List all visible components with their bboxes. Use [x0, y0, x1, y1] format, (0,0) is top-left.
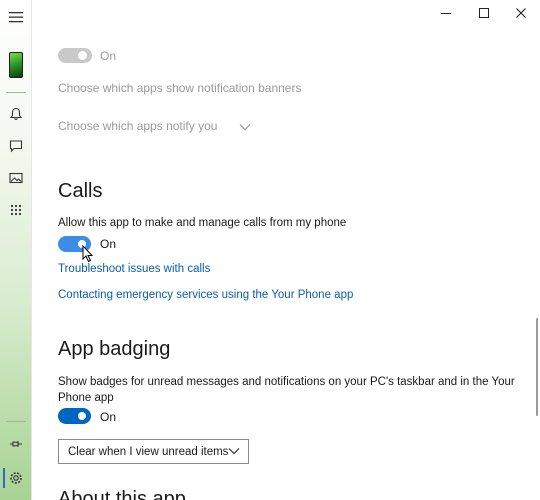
toggle-knob: [78, 412, 86, 420]
app-badging-toggle-label: On: [100, 410, 117, 424]
notifications-nav-button[interactable]: [0, 100, 32, 128]
hamburger-menu-button[interactable]: [0, 3, 32, 31]
choose-notify-apps-dropdown[interactable]: Choose which apps notify you: [58, 119, 251, 133]
hamburger-icon: [9, 12, 23, 23]
calls-description: Allow this app to make and manage calls …: [58, 217, 347, 229]
app-badging-toggle[interactable]: [58, 408, 91, 424]
messages-nav-button[interactable]: [0, 132, 32, 160]
badge-clear-select[interactable]: Clear when I view unread items: [58, 439, 249, 464]
minimize-icon: [441, 13, 451, 14]
vertical-scrollbar[interactable]: [536, 318, 538, 416]
photos-nav-button[interactable]: [0, 164, 32, 192]
toggle-knob: [78, 51, 87, 60]
maximize-button[interactable]: [466, 0, 502, 26]
chevron-down-icon: [239, 123, 251, 131]
calls-section-title: Calls: [58, 180, 103, 202]
maximize-icon: [479, 8, 489, 18]
close-button[interactable]: [503, 0, 539, 26]
apps-grid-icon: [10, 204, 22, 216]
navigation-rail: [0, 0, 32, 500]
badge-clear-select-value: Clear when I view unread items: [68, 445, 229, 458]
notification-banner-toggle[interactable]: [58, 48, 92, 63]
app-badging-description: Show badges for unread messages and noti…: [58, 376, 515, 404]
emergency-services-link[interactable]: Contacting emergency services using the …: [58, 289, 353, 301]
pin-icon: [10, 441, 22, 447]
app-badging-section-title: App badging: [58, 338, 171, 360]
close-icon: [516, 8, 526, 18]
apps-nav-button[interactable]: [0, 196, 32, 224]
pin-button[interactable]: [0, 430, 32, 458]
settings-icon: [10, 472, 22, 484]
settings-nav-button[interactable]: [0, 464, 32, 492]
choose-notify-apps-label: Choose which apps notify you: [58, 119, 218, 133]
phone-thumbnail[interactable]: [9, 52, 23, 78]
calls-toggle-label: On: [100, 237, 117, 251]
notification-banner-toggle-label: On: [100, 49, 117, 63]
troubleshoot-calls-link[interactable]: Troubleshoot issues with calls: [58, 263, 210, 275]
rail-divider: [6, 421, 26, 422]
minimize-button[interactable]: [428, 0, 464, 26]
chevron-down-icon: [228, 448, 240, 455]
photos-icon: [9, 172, 23, 184]
notifications-icon: [9, 107, 23, 121]
about-section-title: About this app: [58, 488, 186, 500]
messages-icon: [9, 140, 23, 153]
mouse-cursor-icon: [82, 245, 94, 263]
rail-divider: [6, 92, 26, 93]
choose-banner-apps-link[interactable]: Choose which apps show notification bann…: [58, 81, 301, 95]
